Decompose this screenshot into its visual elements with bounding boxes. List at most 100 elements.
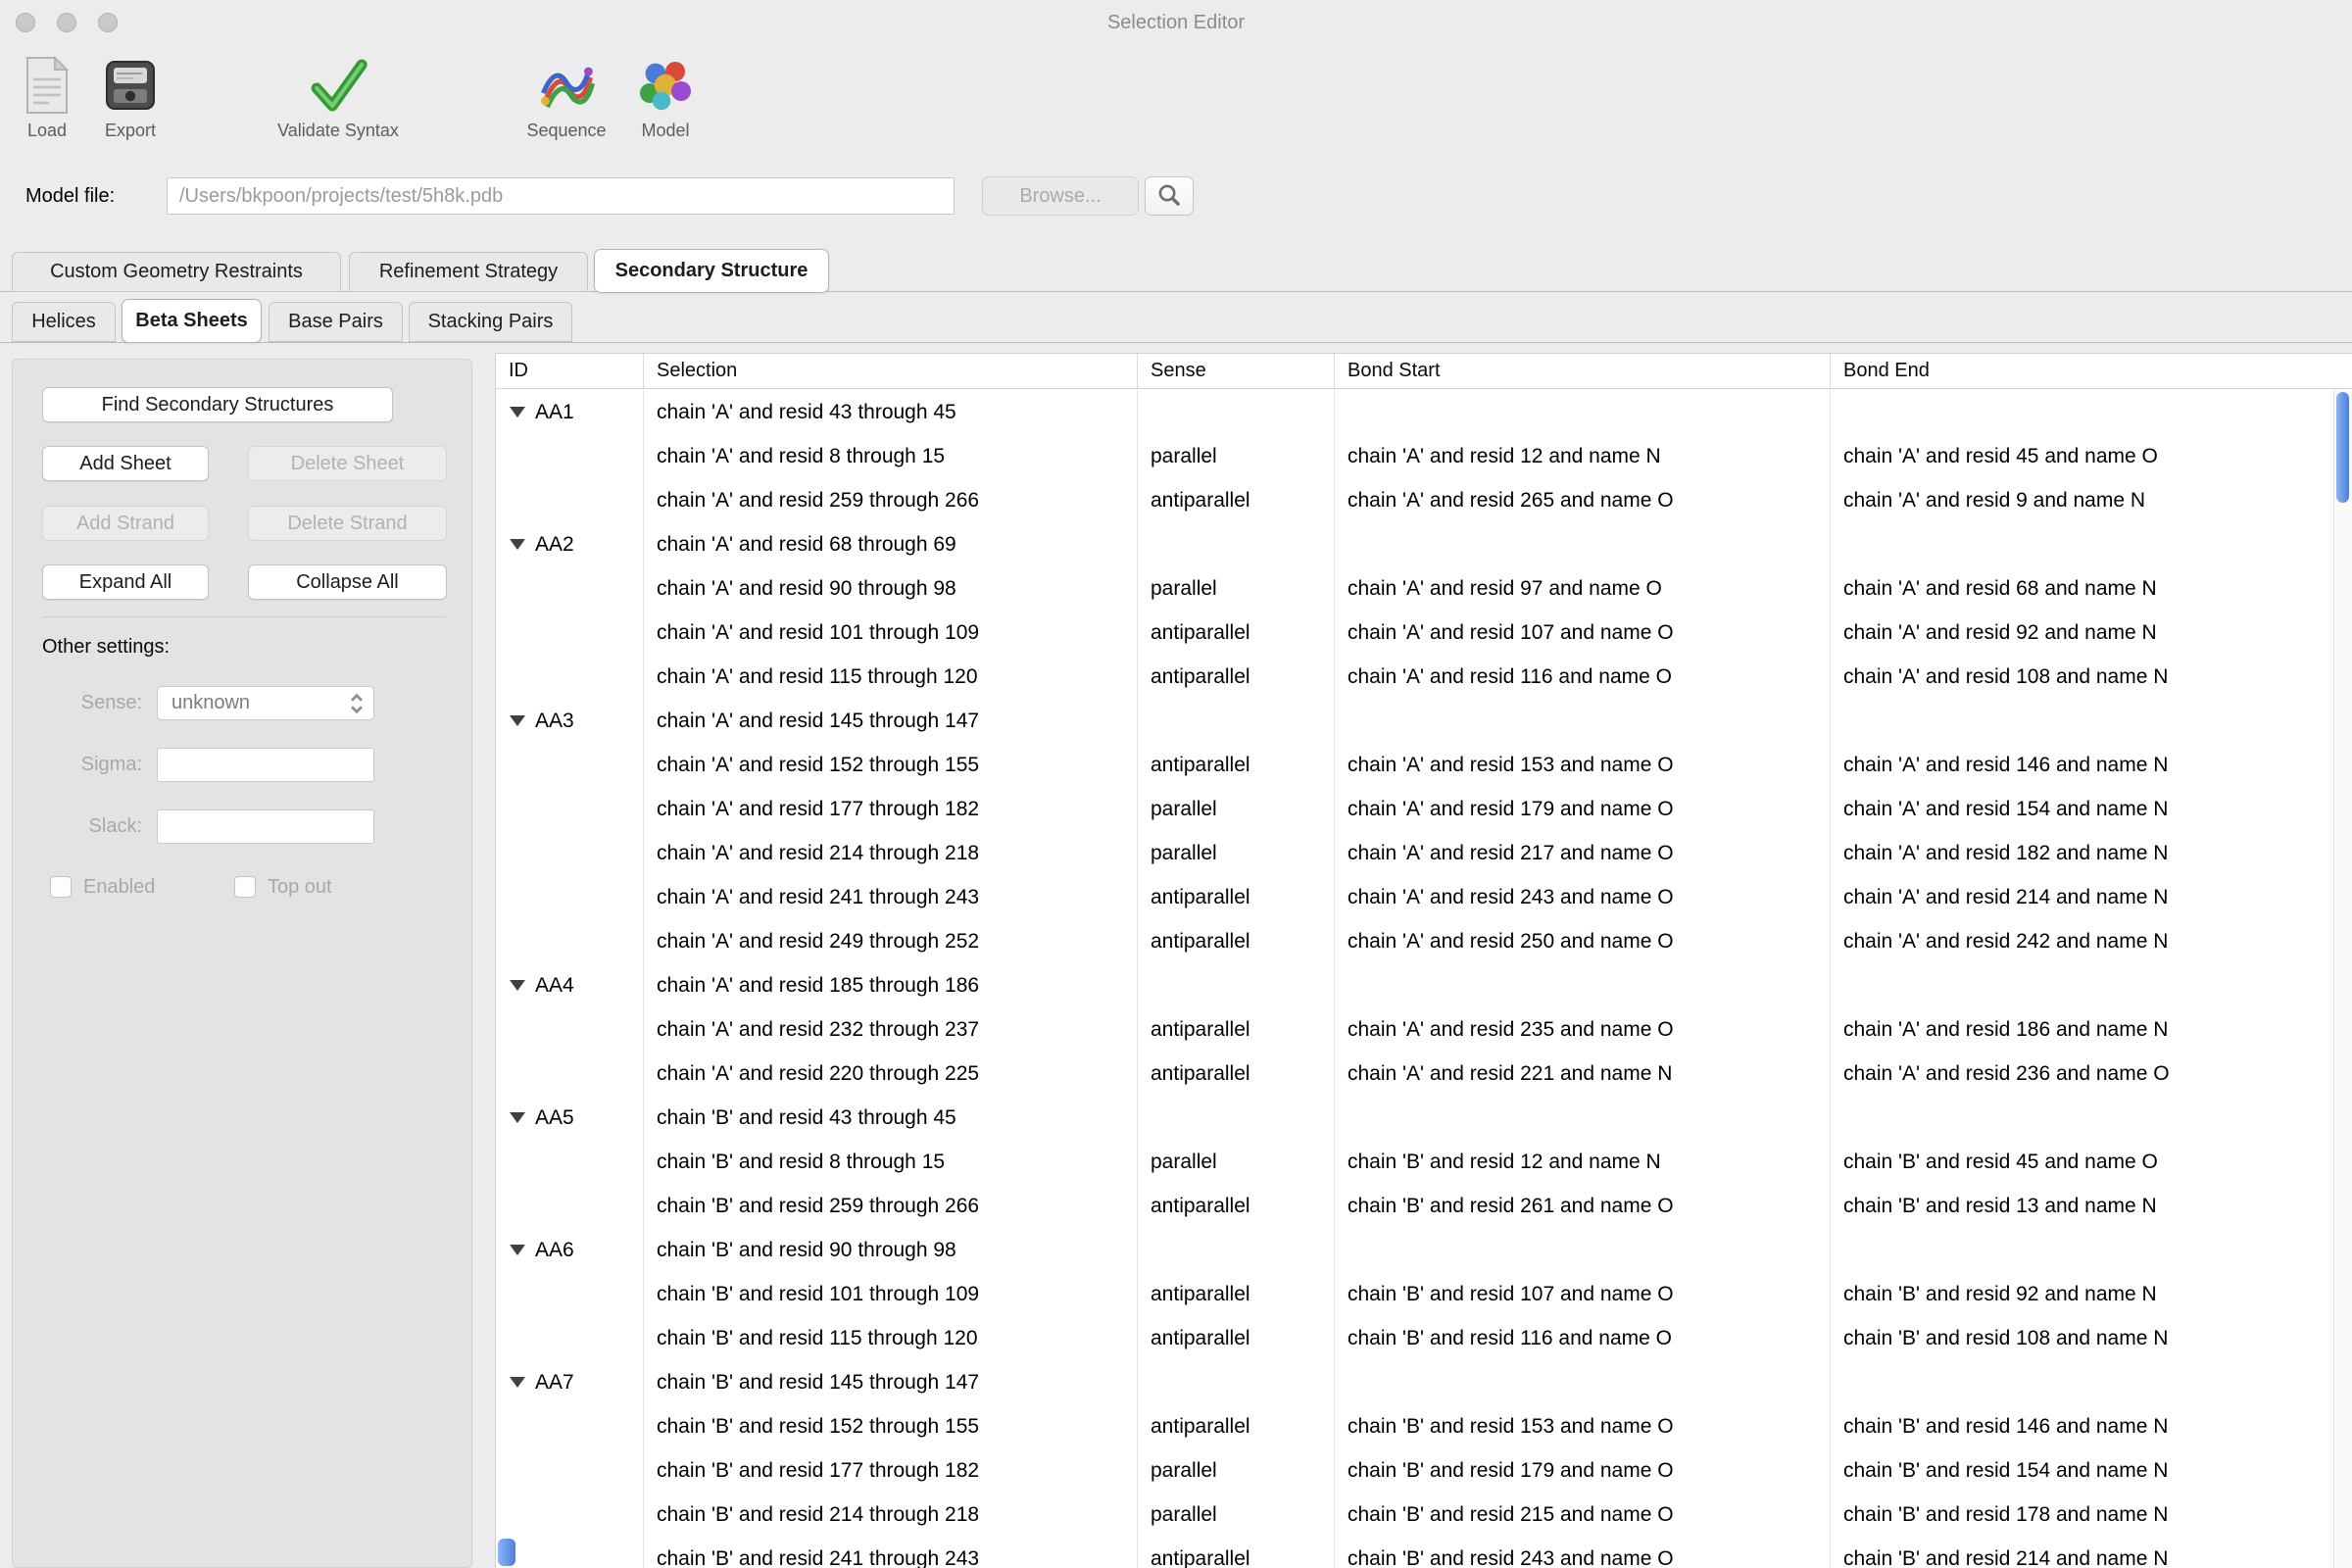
strand-row[interactable]: chain 'B' and resid 259 through 266antip… — [496, 1184, 2334, 1228]
tab-custom-geometry-restraints[interactable]: Custom Geometry Restraints — [12, 252, 341, 292]
vertical-scrollbar[interactable] — [2333, 390, 2352, 1568]
strand-row[interactable]: chain 'A' and resid 249 through 252antip… — [496, 919, 2334, 963]
browse-button[interactable]: Browse... — [982, 176, 1139, 216]
id-cell: AA7 — [496, 1360, 644, 1404]
horizontal-scrollbar-thumb[interactable] — [498, 1539, 515, 1566]
selection-cell: chain 'B' and resid 177 through 182 — [644, 1448, 1138, 1493]
bond-start-cell: chain 'B' and resid 153 and name O — [1335, 1404, 1831, 1448]
id-cell — [496, 787, 644, 831]
strand-row[interactable]: chain 'A' and resid 90 through 98paralle… — [496, 566, 2334, 611]
sense-cell: antiparallel — [1138, 1052, 1335, 1096]
strand-row[interactable]: chain 'B' and resid 241 through 243antip… — [496, 1537, 2334, 1568]
disclosure-triangle-icon[interactable] — [510, 1245, 525, 1255]
strand-row[interactable]: chain 'A' and resid 241 through 243antip… — [496, 875, 2334, 919]
disclosure-triangle-icon[interactable] — [510, 1377, 525, 1388]
column-header-bond-start[interactable]: Bond Start — [1335, 354, 1831, 388]
sheet-row[interactable]: AA3chain 'A' and resid 145 through 147 — [496, 699, 2334, 743]
sheet-row[interactable]: AA4chain 'A' and resid 185 through 186 — [496, 963, 2334, 1007]
strand-row[interactable]: chain 'A' and resid 220 through 225antip… — [496, 1052, 2334, 1096]
bond-start-cell — [1335, 1096, 1831, 1140]
toolbar-model-button[interactable]: Model — [636, 53, 695, 141]
sense-dropdown[interactable]: unknown — [157, 686, 374, 720]
sheet-row[interactable]: AA7chain 'B' and resid 145 through 147 — [496, 1360, 2334, 1404]
add-strand-button[interactable]: Add Strand — [42, 506, 209, 541]
bond-start-cell: chain 'A' and resid 265 and name O — [1335, 478, 1831, 522]
vertical-scrollbar-thumb[interactable] — [2336, 392, 2349, 503]
bond-start-cell: chain 'B' and resid 107 and name O — [1335, 1272, 1831, 1316]
toolbar-export-button[interactable]: Export — [103, 53, 158, 141]
sheet-row[interactable]: AA6chain 'B' and resid 90 through 98 — [496, 1228, 2334, 1272]
selection-cell: chain 'A' and resid 214 through 218 — [644, 831, 1138, 875]
sense-cell — [1138, 699, 1335, 743]
disclosure-triangle-icon[interactable] — [510, 407, 525, 417]
strand-row[interactable]: chain 'A' and resid 232 through 237antip… — [496, 1007, 2334, 1052]
strand-row[interactable]: chain 'A' and resid 259 through 266antip… — [496, 478, 2334, 522]
bond-start-cell: chain 'B' and resid 215 and name O — [1335, 1493, 1831, 1537]
disclosure-triangle-icon[interactable] — [510, 539, 525, 550]
column-header-selection[interactable]: Selection — [644, 354, 1138, 388]
sense-cell: parallel — [1138, 434, 1335, 478]
bond-start-cell: chain 'B' and resid 12 and name N — [1335, 1140, 1831, 1184]
sidebar-panel: Find Secondary Structures Add Sheet Dele… — [12, 359, 472, 1568]
bond-end-cell: chain 'A' and resid 242 and name N — [1831, 919, 2334, 963]
strand-row[interactable]: chain 'A' and resid 115 through 120antip… — [496, 655, 2334, 699]
sense-cell: antiparallel — [1138, 1184, 1335, 1228]
strand-row[interactable]: chain 'B' and resid 177 through 182paral… — [496, 1448, 2334, 1493]
sense-cell: parallel — [1138, 1140, 1335, 1184]
delete-sheet-button[interactable]: Delete Sheet — [248, 446, 447, 481]
strand-row[interactable]: chain 'B' and resid 101 through 109antip… — [496, 1272, 2334, 1316]
id-cell — [496, 478, 644, 522]
tab-beta-sheets[interactable]: Beta Sheets — [122, 299, 262, 343]
id-cell: AA4 — [496, 963, 644, 1007]
toolbar-sequence-button[interactable]: Sequence — [526, 53, 606, 141]
strand-row[interactable]: chain 'A' and resid 177 through 182paral… — [496, 787, 2334, 831]
bond-end-cell — [1831, 522, 2334, 566]
search-button[interactable] — [1145, 176, 1194, 216]
column-header-sense[interactable]: Sense — [1138, 354, 1335, 388]
disclosure-triangle-icon[interactable] — [510, 1112, 525, 1123]
bond-end-cell — [1831, 699, 2334, 743]
strand-row[interactable]: chain 'A' and resid 152 through 155antip… — [496, 743, 2334, 787]
search-icon — [1156, 182, 1182, 211]
strand-row[interactable]: chain 'A' and resid 8 through 15parallel… — [496, 434, 2334, 478]
sense-cell — [1138, 963, 1335, 1007]
expand-all-button[interactable]: Expand All — [42, 564, 209, 600]
id-cell — [496, 434, 644, 478]
top-out-checkbox[interactable] — [234, 876, 256, 898]
selection-cell: chain 'B' and resid 259 through 266 — [644, 1184, 1138, 1228]
id-cell — [496, 611, 644, 655]
strand-row[interactable]: chain 'A' and resid 214 through 218paral… — [496, 831, 2334, 875]
tab-stacking-pairs[interactable]: Stacking Pairs — [409, 302, 572, 342]
sheet-row[interactable]: AA1chain 'A' and resid 43 through 45 — [496, 390, 2334, 434]
collapse-all-button[interactable]: Collapse All — [248, 564, 447, 600]
slack-input[interactable] — [157, 809, 374, 844]
toolbar-load-button[interactable]: Load — [22, 53, 73, 141]
strand-row[interactable]: chain 'B' and resid 152 through 155antip… — [496, 1404, 2334, 1448]
tab-refinement-strategy[interactable]: Refinement Strategy — [349, 252, 588, 292]
toolbar-validate-syntax-button[interactable]: Validate Syntax — [277, 53, 399, 141]
tab-secondary-structure[interactable]: Secondary Structure — [594, 249, 829, 293]
column-header-id[interactable]: ID — [496, 354, 644, 388]
disclosure-triangle-icon[interactable] — [510, 980, 525, 991]
strand-row[interactable]: chain 'B' and resid 8 through 15parallel… — [496, 1140, 2334, 1184]
enabled-checkbox[interactable] — [50, 876, 72, 898]
bond-end-cell — [1831, 1360, 2334, 1404]
sheet-row[interactable]: AA2chain 'A' and resid 68 through 69 — [496, 522, 2334, 566]
strand-row[interactable]: chain 'B' and resid 115 through 120antip… — [496, 1316, 2334, 1360]
tab-base-pairs[interactable]: Base Pairs — [269, 302, 403, 342]
find-secondary-structures-button[interactable]: Find Secondary Structures — [42, 387, 393, 422]
column-header-bond-end[interactable]: Bond End — [1831, 354, 2352, 388]
strand-row[interactable]: chain 'A' and resid 101 through 109antip… — [496, 611, 2334, 655]
id-cell — [496, 919, 644, 963]
tab-helices[interactable]: Helices — [12, 302, 116, 342]
sigma-input[interactable] — [157, 748, 374, 782]
strand-row[interactable]: chain 'B' and resid 214 through 218paral… — [496, 1493, 2334, 1537]
disclosure-triangle-icon[interactable] — [510, 715, 525, 726]
sense-cell: antiparallel — [1138, 611, 1335, 655]
model-file-input[interactable] — [167, 177, 955, 215]
bond-start-cell: chain 'A' and resid 107 and name O — [1335, 611, 1831, 655]
add-sheet-button[interactable]: Add Sheet — [42, 446, 209, 481]
delete-strand-button[interactable]: Delete Strand — [248, 506, 447, 541]
toolbar-validate-syntax-label: Validate Syntax — [277, 121, 399, 141]
sheet-row[interactable]: AA5chain 'B' and resid 43 through 45 — [496, 1096, 2334, 1140]
